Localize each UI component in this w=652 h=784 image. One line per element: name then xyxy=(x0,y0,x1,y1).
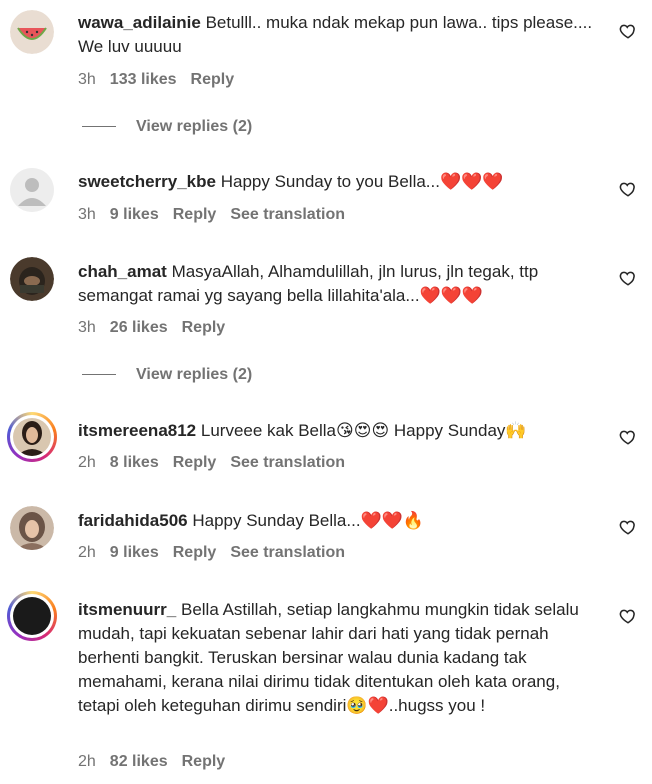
avatar[interactable] xyxy=(10,10,54,54)
comment-username[interactable]: sweetcherry_kbe xyxy=(78,172,216,191)
view-replies-label: View replies (2) xyxy=(136,118,253,135)
see-translation-button[interactable]: See translation xyxy=(230,454,345,471)
reply-button[interactable]: Reply xyxy=(191,71,235,88)
comment-meta: 3h 26 likes Reply xyxy=(78,319,239,337)
view-replies-label: View replies (2) xyxy=(136,366,253,383)
avatar[interactable] xyxy=(10,168,54,212)
comment-text: sweetcherry_kbe Happy Sunday to you Bell… xyxy=(78,170,598,194)
avatar[interactable] xyxy=(10,257,54,301)
comment-username[interactable]: itsmenuurr_ xyxy=(78,600,176,619)
avatar xyxy=(13,418,51,456)
avatar-ring-gap xyxy=(10,415,54,459)
avatar xyxy=(13,597,51,635)
replies-divider xyxy=(82,374,116,376)
avatar[interactable] xyxy=(10,506,54,550)
comment-meta: 2h 8 likes Reply See translation xyxy=(78,454,359,472)
comment-time: 3h xyxy=(78,71,96,88)
comment-body: Happy Sunday Bella...❤️❤️🔥 xyxy=(192,511,425,530)
reply-button[interactable]: Reply xyxy=(173,544,217,561)
comment-meta: 2h 9 likes Reply See translation xyxy=(78,544,359,562)
comment-text: chah_amat MasyaAllah, Alhamdulillah, jln… xyxy=(78,260,598,308)
avatar-story-ring[interactable] xyxy=(7,412,57,462)
see-translation-button[interactable]: See translation xyxy=(230,544,345,561)
dark-avatar-icon xyxy=(13,597,51,635)
reply-button[interactable]: Reply xyxy=(182,753,226,770)
avatar-story-ring[interactable] xyxy=(7,591,57,641)
comment-username[interactable]: faridahida506 xyxy=(78,511,188,530)
view-replies-button[interactable]: View replies (2) xyxy=(82,118,252,136)
comment-time: 2h xyxy=(78,544,96,561)
hijab-avatar-icon xyxy=(10,257,54,301)
like-heart-icon[interactable] xyxy=(619,428,637,446)
avatar-ring-gap xyxy=(10,594,54,638)
likes-count[interactable]: 26 likes xyxy=(110,319,168,336)
hijab-woman-avatar-icon xyxy=(10,506,54,550)
comment-meta: 3h 133 likes Reply xyxy=(78,71,248,89)
like-heart-icon[interactable] xyxy=(619,269,637,287)
likes-count[interactable]: 9 likes xyxy=(110,206,159,223)
comment-text: faridahida506 Happy Sunday Bella...❤️❤️🔥 xyxy=(78,509,598,533)
comment-meta: 2h 82 likes Reply xyxy=(78,753,239,771)
default-avatar-icon xyxy=(10,168,54,212)
comment-text: wawa_adilainie Betulll.. muka ndak mekap… xyxy=(78,11,598,59)
likes-count[interactable]: 82 likes xyxy=(110,753,168,770)
replies-divider xyxy=(82,126,116,128)
comment-time: 2h xyxy=(78,454,96,471)
like-heart-icon[interactable] xyxy=(619,607,637,625)
comment-body: Happy Sunday to you Bella...❤️❤️❤️ xyxy=(220,172,504,191)
comment-body: Lurveee kak Bella😘😍😍 Happy Sunday🙌 xyxy=(200,421,527,440)
see-translation-button[interactable]: See translation xyxy=(230,206,345,223)
reply-button[interactable]: Reply xyxy=(182,319,226,336)
likes-count[interactable]: 133 likes xyxy=(110,71,177,88)
comment-time: 3h xyxy=(78,319,96,336)
woman-avatar-icon xyxy=(13,418,51,456)
like-heart-icon[interactable] xyxy=(619,180,637,198)
reply-button[interactable]: Reply xyxy=(173,206,217,223)
comment-time: 2h xyxy=(78,753,96,770)
reply-button[interactable]: Reply xyxy=(173,454,217,471)
comment-username[interactable]: wawa_adilainie xyxy=(78,13,201,32)
comment-meta: 3h 9 likes Reply See translation xyxy=(78,206,359,224)
comment-time: 3h xyxy=(78,206,96,223)
likes-count[interactable]: 8 likes xyxy=(110,454,159,471)
comment-username[interactable]: chah_amat xyxy=(78,262,167,281)
comment-text: itsmenuurr_ Bella Astillah, setiap langk… xyxy=(78,598,598,718)
like-heart-icon[interactable] xyxy=(619,518,637,536)
comment-text: itsmereena812 Lurveee kak Bella😘😍😍 Happy… xyxy=(78,419,598,443)
watermelon-avatar-icon xyxy=(10,10,54,54)
like-heart-icon[interactable] xyxy=(619,22,637,40)
likes-count[interactable]: 9 likes xyxy=(110,544,159,561)
comment-username[interactable]: itsmereena812 xyxy=(78,421,196,440)
view-replies-button[interactable]: View replies (2) xyxy=(82,366,252,384)
